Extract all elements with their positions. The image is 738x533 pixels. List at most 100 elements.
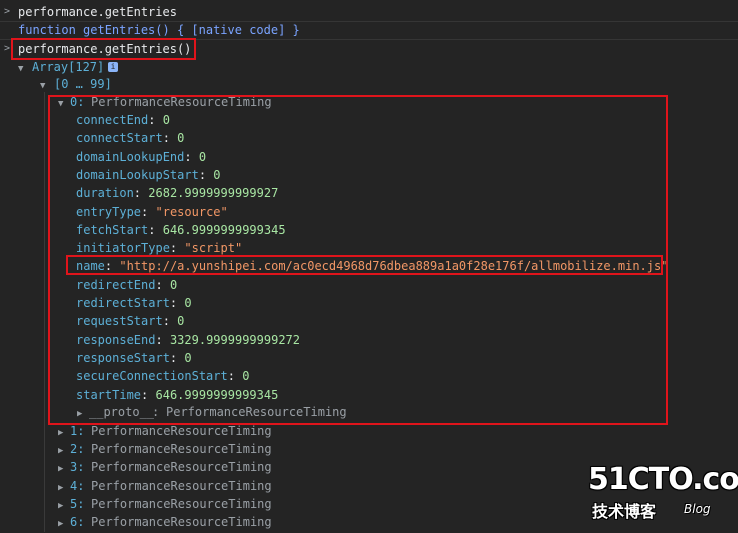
entry-type: PerformanceResourceTiming xyxy=(91,95,272,109)
property-line: redirectStart: 0 xyxy=(76,294,192,312)
property-line: responseStart: 0 xyxy=(76,349,192,367)
proto-key: __proto__ xyxy=(89,405,155,419)
property-line: responseEnd: 3329.9999999999272 xyxy=(76,331,300,349)
watermark-sub-text: 技术博客 xyxy=(592,502,657,521)
property-colon: : xyxy=(141,205,149,219)
property-colon: : xyxy=(148,223,156,237)
property-value: "resource" xyxy=(155,205,228,219)
info-badge-icon[interactable]: i xyxy=(104,58,118,76)
property-colon: : xyxy=(148,113,156,127)
property-key: connectEnd xyxy=(76,113,149,127)
property-key: connectStart xyxy=(76,131,163,145)
property-value: "script" xyxy=(184,241,243,255)
entry-index: 2: xyxy=(70,442,85,456)
property-key: redirectStart xyxy=(76,296,170,310)
property-value: 646.9999999999345 xyxy=(162,223,286,237)
property-value: 3329.9999999999272 xyxy=(169,333,300,347)
property-line: requestStart: 0 xyxy=(76,312,184,330)
property-key: duration xyxy=(76,186,134,200)
property-line: connectStart: 0 xyxy=(76,129,184,147)
property-colon: : xyxy=(104,259,113,273)
property-line: entryType: "resource" xyxy=(76,203,228,221)
property-colon: : xyxy=(198,168,207,182)
entry-index: 3: xyxy=(70,460,85,474)
property-key: secureConnectionStart xyxy=(76,369,228,383)
property-colon: : xyxy=(227,369,235,383)
property-line: fetchStart: 646.9999999999345 xyxy=(76,221,286,239)
entry-type: PerformanceResourceTiming xyxy=(91,479,272,493)
console-input-text: performance.getEntries() xyxy=(18,42,192,56)
property-line: redirectEnd: 0 xyxy=(76,276,177,294)
expand-triangle-right-icon[interactable]: ▶ xyxy=(58,440,70,460)
property-value: 0 xyxy=(242,369,250,383)
property-line: domainLookupStart: 0 xyxy=(76,166,221,184)
expand-triangle-down-icon[interactable]: ▼ xyxy=(40,75,52,95)
prompt-chevron-icon: > xyxy=(4,43,11,54)
property-colon: : xyxy=(169,241,178,255)
property-colon: : xyxy=(169,351,178,365)
property-line: name: "http://a.yunshipei.com/ac0ecd4968… xyxy=(76,257,668,275)
property-colon: : xyxy=(184,150,192,164)
entry-type: PerformanceResourceTiming xyxy=(91,497,272,511)
property-colon: : xyxy=(155,333,163,347)
property-value: 0 xyxy=(177,131,185,145)
property-key: initiatorType xyxy=(76,241,170,255)
property-value: 0 xyxy=(198,150,207,164)
property-key: responseStart xyxy=(76,351,170,365)
watermark-main-text: 51CTO.com xyxy=(588,462,738,497)
property-key: startTime xyxy=(76,388,142,402)
property-value: 0 xyxy=(162,113,170,127)
expand-triangle-down-icon[interactable]: ▼ xyxy=(18,58,30,78)
property-key: name xyxy=(76,259,105,273)
expand-triangle-right-icon[interactable]: ▶ xyxy=(58,513,70,533)
property-key: responseEnd xyxy=(76,333,156,347)
range-label: [0 … 99] xyxy=(54,77,112,91)
proto-colon: : xyxy=(152,405,160,419)
property-colon: : xyxy=(133,186,142,200)
entry-type: PerformanceResourceTiming xyxy=(91,515,272,529)
property-value: 0 xyxy=(177,314,185,328)
entry-index: 5: xyxy=(70,497,85,511)
entry-index: 0: xyxy=(70,95,85,109)
entry-index: 4: xyxy=(70,479,85,493)
function-output-text: function getEntries() { [native code] } xyxy=(18,23,300,37)
console-input-text: performance.getEntries xyxy=(18,5,177,19)
proto-value: PerformanceResourceTiming xyxy=(166,405,347,419)
property-colon: : xyxy=(162,314,170,328)
property-colon: : xyxy=(162,131,170,145)
expand-triangle-right-icon[interactable]: ▶ xyxy=(58,477,70,497)
property-value: 646.9999999999345 xyxy=(155,388,279,402)
expand-triangle-right-icon[interactable]: ▶ xyxy=(58,495,70,515)
property-key: fetchStart xyxy=(76,223,149,237)
property-key: entryType xyxy=(76,205,142,219)
property-value: 0 xyxy=(213,168,221,182)
property-key: redirectEnd xyxy=(76,278,156,292)
entry-type: PerformanceResourceTiming xyxy=(91,460,272,474)
property-line: secureConnectionStart: 0 xyxy=(76,367,249,385)
property-value: 0 xyxy=(184,296,192,310)
expand-triangle-right-icon[interactable]: ▶ xyxy=(58,458,70,478)
entry-index: 6: xyxy=(70,515,85,529)
expand-triangle-right-icon[interactable]: ▶ xyxy=(77,403,89,423)
tree-guide-line xyxy=(44,92,45,532)
watermark-logo: 51CTO.com 技术博客 Blog xyxy=(588,462,738,522)
property-key: requestStart xyxy=(76,314,163,328)
property-key: domainLookupEnd xyxy=(76,150,185,164)
property-key: domainLookupStart xyxy=(76,168,199,182)
expand-triangle-right-icon[interactable]: ▶ xyxy=(58,422,70,442)
property-colon: : xyxy=(141,388,149,402)
property-value: 0 xyxy=(184,351,192,365)
property-value: 2682.9999999999927 xyxy=(148,186,279,200)
property-value: "http://a.yunshipei.com/ac0ecd4968d76dbe… xyxy=(119,259,669,273)
property-line: duration: 2682.9999999999927 xyxy=(76,184,278,202)
entry-type: PerformanceResourceTiming xyxy=(91,442,272,456)
property-value: 0 xyxy=(169,278,178,292)
property-line: domainLookupEnd: 0 xyxy=(76,148,206,166)
expand-triangle-down-icon[interactable]: ▼ xyxy=(58,93,70,113)
watermark-blog-text: Blog xyxy=(684,502,711,516)
array-label: Array[127] xyxy=(32,60,105,74)
property-line: startTime: 646.9999999999345 xyxy=(76,386,278,404)
property-line: initiatorType: "script" xyxy=(76,239,242,257)
property-line: connectEnd: 0 xyxy=(76,111,170,129)
prompt-chevron-icon: > xyxy=(4,6,11,17)
